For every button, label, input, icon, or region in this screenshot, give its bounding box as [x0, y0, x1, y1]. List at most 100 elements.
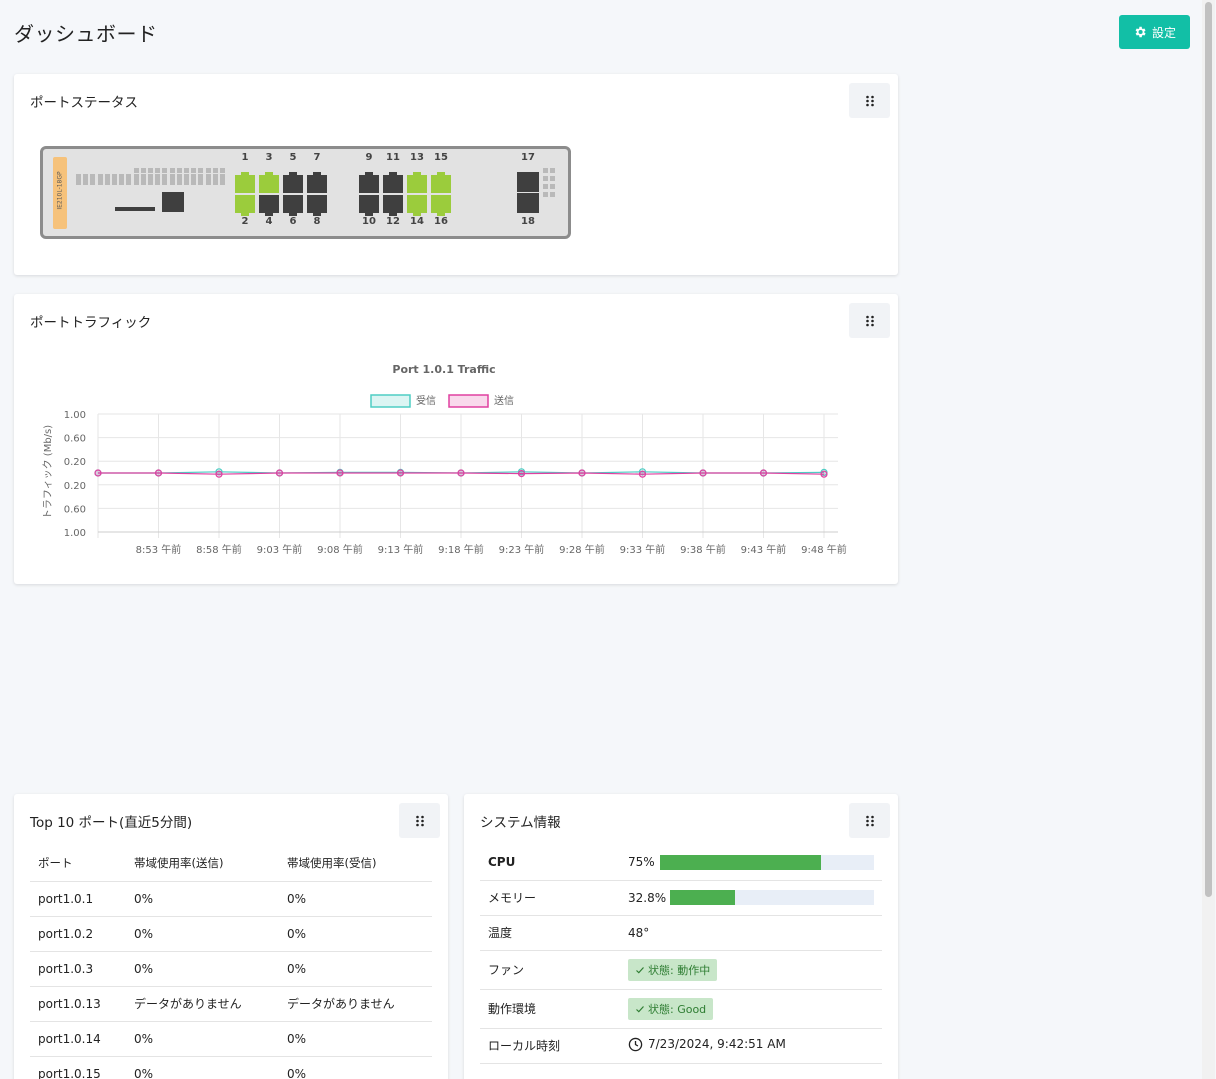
- data-point: [396, 469, 405, 477]
- data-point: [638, 470, 647, 478]
- env-row: 動作環境 状態: Good: [480, 989, 882, 1029]
- legend-label: 受信: [416, 395, 436, 407]
- port-5[interactable]: [283, 172, 303, 193]
- vent-hole: [191, 168, 197, 173]
- data-point: [759, 469, 768, 477]
- port-label: 7: [313, 152, 321, 163]
- cell-send: 0%: [126, 1021, 279, 1057]
- table-row: port1.0.2 0% 0%: [30, 916, 432, 952]
- settings-button[interactable]: 設定: [1119, 15, 1190, 49]
- port-6[interactable]: [283, 195, 303, 216]
- cpu-bar-track: [660, 854, 874, 870]
- port-10[interactable]: [359, 195, 379, 216]
- vent-hole: [220, 177, 225, 182]
- y-tick-label: 0.60: [64, 434, 86, 445]
- cell-send: データがありません: [126, 986, 279, 1022]
- vent-hole: [133, 177, 139, 182]
- data-point: [699, 469, 707, 477]
- port-label: 8: [313, 216, 321, 227]
- env-status-text: 状態: Good: [648, 1002, 707, 1016]
- vent-hole: [148, 177, 153, 182]
- vent-hole: [543, 192, 548, 197]
- port-14[interactable]: [407, 195, 427, 216]
- model-name: IE210L-18GP: [56, 171, 64, 210]
- fan-status-text: 状態: 動作中: [648, 963, 711, 977]
- memory-meter: 32.8%: [628, 890, 882, 905]
- port-1[interactable]: [235, 172, 255, 193]
- cpu-row: CPU 75%: [480, 845, 882, 881]
- port-status-title: ポートステータス: [30, 95, 138, 111]
- table-row: port1.0.13 データがありません データがありません: [30, 986, 432, 1022]
- port-label: 15: [434, 152, 448, 163]
- port-9[interactable]: [359, 172, 379, 193]
- vent-hole: [155, 168, 161, 173]
- scroll-thumb[interactable]: [1205, 2, 1212, 897]
- console-slot: [115, 207, 155, 211]
- port-label: 18: [521, 216, 535, 227]
- vent-hole: [543, 176, 548, 181]
- vent-hole: [543, 168, 548, 173]
- vent-hole: [184, 177, 189, 182]
- port-18[interactable]: [517, 193, 539, 213]
- vent-hole: [169, 177, 175, 182]
- port-17[interactable]: [517, 172, 539, 192]
- port-11[interactable]: [383, 172, 403, 193]
- vent-hole: [112, 177, 117, 182]
- usb-port: [162, 192, 184, 212]
- vent-hole: [148, 168, 153, 173]
- vent-hole: [140, 177, 146, 182]
- top10-table: ポート 帯域使用率(送信) 帯域使用率(受信) port1.0.1 0% 0% por…: [30, 845, 432, 1079]
- port-status-drag-handle[interactable]: [849, 83, 890, 118]
- memory-label: メモリー: [480, 880, 620, 916]
- port-7[interactable]: [307, 172, 327, 193]
- drag-handle-icon: [865, 815, 874, 826]
- port-label: 16: [434, 216, 448, 227]
- port-12[interactable]: [383, 195, 403, 216]
- legend-swatch: [370, 394, 411, 408]
- port-16[interactable]: [431, 195, 451, 216]
- vent-hole: [155, 177, 161, 182]
- port-15[interactable]: [431, 172, 451, 193]
- temp-label: 温度: [480, 915, 620, 951]
- vent-hole: [550, 176, 555, 181]
- scrollbar[interactable]: [1202, 0, 1215, 1079]
- y-tick-label: 1.00: [64, 528, 86, 539]
- vent-hole: [176, 177, 182, 182]
- temp-row: 温度 48°: [480, 915, 882, 951]
- time-row: ローカル時刻 7/23/2024, 9:42:51 AM: [480, 1028, 882, 1064]
- traffic-card: ポートトラフィック Port 1.0.1 Traffic 受信 送信 1.00 0.60…: [14, 294, 898, 584]
- cell-send: 0%: [126, 916, 279, 952]
- x-tick-label: 9:33 午前: [620, 543, 666, 556]
- vent-hole: [90, 177, 96, 182]
- vent-hole: [162, 168, 168, 173]
- env-label: 動作環境: [480, 989, 620, 1029]
- col-send: 帯域使用率(送信): [126, 845, 279, 882]
- col-receive: 帯域使用率(受信): [279, 845, 432, 882]
- cell-receive: 0%: [279, 881, 432, 917]
- port-4[interactable]: [259, 195, 279, 216]
- model-label-strip: IE210L-18GP: [53, 157, 67, 229]
- top10-card: Top 10 ポート(直近5分間) ポート 帯域使用率(送信) 帯域使用率(受信…: [14, 794, 448, 1079]
- vent-hole: [212, 168, 218, 173]
- top10-drag-handle[interactable]: [399, 803, 440, 838]
- fan-row: ファン 状態: 動作中: [480, 950, 882, 990]
- fan-label: ファン: [480, 950, 620, 990]
- data-point: [94, 469, 102, 477]
- x-tick-label: 9:03 午前: [257, 543, 303, 556]
- cell-receive: データがありません: [279, 986, 432, 1022]
- table-row: port1.0.15 0% 0%: [30, 1056, 432, 1079]
- port-8[interactable]: [307, 195, 327, 216]
- port-3[interactable]: [259, 172, 279, 193]
- vent-hole: [205, 168, 211, 173]
- settings-label: 設定: [1151, 25, 1176, 40]
- data-point: [517, 469, 526, 478]
- port-2[interactable]: [235, 195, 255, 216]
- system-table: CPU 75% メモリー 32.8% 温度 48° ファン 状態: 動作中 動作…: [480, 845, 882, 1064]
- check-icon: [636, 966, 644, 974]
- port-13[interactable]: [407, 172, 427, 193]
- vent-hole: [205, 177, 211, 182]
- x-tick-label: 9:43 午前: [741, 543, 787, 556]
- system-drag-handle[interactable]: [849, 803, 890, 838]
- vent-hole: [220, 168, 225, 173]
- top10-title: Top 10 ポート(直近5分間): [30, 815, 193, 831]
